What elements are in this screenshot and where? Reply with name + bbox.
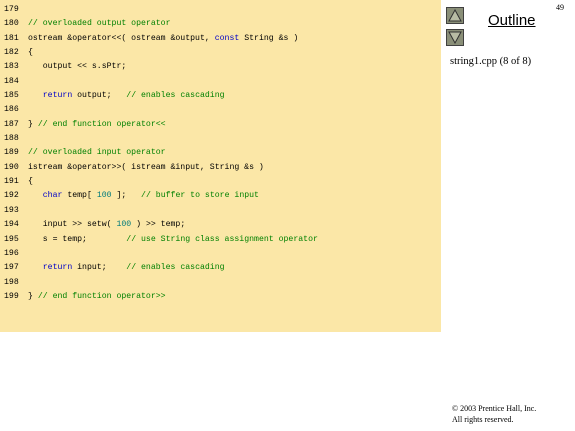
code-lines: 179 180 // overloaded output operator 181 os…	[4, 3, 441, 304]
copyright-notice: © 2003 Prentice Hall, Inc. All rights re…	[452, 403, 536, 425]
code-line: 198	[4, 276, 441, 290]
code-token-comment: // buffer to store input	[141, 191, 259, 201]
code-line: 197 return input; // enables cascading	[4, 261, 441, 275]
line-number: 197	[4, 263, 19, 273]
code-token-plain: istream &operator>>( istream &input, Str…	[28, 162, 264, 172]
code-token-comment: // overloaded input operator	[28, 148, 166, 158]
code-token-plain: ostream &operator<<( ostream &output,	[28, 33, 215, 43]
code-line: 192 char temp[ 100 ]; // buffer to store…	[4, 189, 441, 203]
line-number: 190	[4, 162, 19, 172]
code-token-comment: // end function operator<<	[37, 119, 166, 129]
line-number: 199	[4, 291, 19, 301]
line-number: 184	[4, 76, 19, 86]
code-line: 195 s = temp; // use String class assign…	[4, 233, 441, 247]
code-token-comment: // enables cascading	[126, 263, 225, 273]
line-number: 182	[4, 48, 19, 58]
code-token-plain: input;	[72, 263, 127, 273]
line-number: 195	[4, 234, 19, 244]
arrow-up-icon	[448, 8, 462, 22]
code-token-plain: }	[28, 119, 38, 129]
code-line: 182 {	[4, 46, 441, 60]
line-number: 191	[4, 177, 19, 187]
line-number: 196	[4, 248, 19, 258]
code-line: 183 output << s.sPtr;	[4, 60, 441, 74]
code-token-plain: }	[28, 291, 38, 301]
code-token-keyword: char	[42, 191, 63, 201]
file-label: string1.cpp (8 of 8)	[450, 56, 532, 67]
code-token-plain: output;	[72, 91, 127, 101]
line-number: 198	[4, 277, 19, 287]
code-line: 199} // end function operator>>	[4, 290, 441, 304]
code-token-plain: input >> setw(	[28, 220, 117, 230]
code-token-comment: // end function operator>>	[37, 291, 166, 301]
line-number: 189	[4, 148, 19, 158]
code-line: 186	[4, 103, 441, 117]
code-token-plain: ];	[111, 191, 142, 201]
line-number: 181	[4, 33, 19, 43]
line-number: 187	[4, 119, 19, 129]
code-token-keyword: const	[214, 33, 240, 43]
code-token-keyword: return	[42, 263, 73, 273]
code-token-plain: temp[	[62, 191, 97, 201]
arrow-down-icon	[448, 31, 462, 45]
code-line: 184	[4, 75, 441, 89]
code-token-plain: ) >> temp;	[131, 220, 186, 230]
code-line: 187} // end function operator<<	[4, 118, 441, 132]
line-number: 185	[4, 91, 19, 101]
rights-line: All rights reserved.	[452, 415, 514, 424]
line-number: 188	[4, 134, 19, 144]
next-slide-button[interactable]	[446, 29, 464, 46]
code-token-comment: // overloaded output operator	[28, 19, 171, 29]
code-line: 193	[4, 204, 441, 218]
code-token-comment: // enables cascading	[126, 91, 225, 101]
code-token-plain: s = temp;	[28, 234, 127, 244]
code-line: 189 // overloaded input operator	[4, 146, 441, 160]
previous-slide-button[interactable]	[446, 7, 464, 24]
line-number: 192	[4, 191, 19, 201]
code-token-plain: {	[28, 48, 33, 58]
copyright-line: © 2003 Prentice Hall, Inc.	[452, 404, 537, 413]
line-number: 193	[4, 205, 19, 215]
code-line: 180 // overloaded output operator	[4, 17, 441, 31]
code-line: 191 {	[4, 175, 441, 189]
code-token-plain: output << s.sPtr;	[28, 62, 127, 72]
code-line: 185 return output; // enables cascading	[4, 89, 441, 103]
code-line: 188	[4, 132, 441, 146]
code-token-plain: String &s )	[239, 33, 299, 43]
code-token-plain: {	[28, 177, 33, 187]
code-line: 196	[4, 247, 441, 261]
code-token-number: 100	[116, 220, 132, 230]
line-number: 194	[4, 220, 19, 230]
outline-link[interactable]: Outline	[488, 12, 536, 29]
line-number: 183	[4, 62, 19, 72]
line-number: 180	[4, 19, 19, 29]
code-token-comment: // use String class assignment operator	[126, 234, 318, 244]
code-line: 179	[4, 3, 441, 17]
code-listing-panel: 179 180 // overloaded output operator 181 os…	[0, 0, 441, 332]
code-line: 194 input >> setw( 100 ) >> temp;	[4, 218, 441, 232]
code-line: 181 ostream &operator<<( ostream &output,…	[4, 32, 441, 46]
code-line: 190 istream &operator>>( istream &input, …	[4, 161, 441, 175]
page-number: 49	[556, 3, 564, 12]
code-token-number: 100	[96, 191, 112, 201]
code-token-keyword: return	[42, 91, 73, 101]
line-number: 179	[4, 5, 19, 14]
line-number: 186	[4, 105, 19, 115]
